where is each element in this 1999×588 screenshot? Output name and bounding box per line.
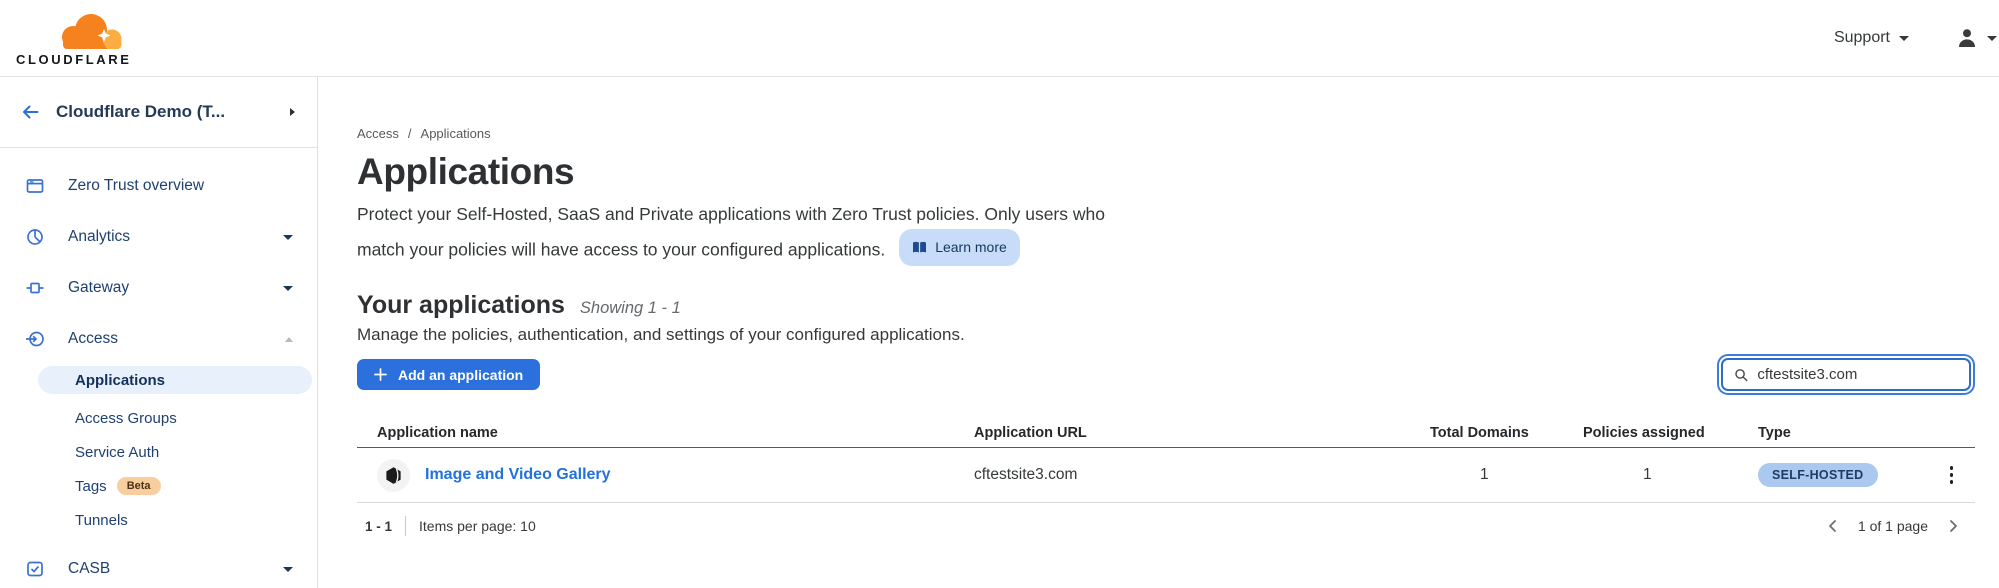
book-icon — [912, 241, 927, 254]
column-header-application-name: Application name — [357, 425, 974, 441]
items-range: 1 - 1 — [357, 519, 392, 534]
column-header-type: Type — [1758, 425, 1933, 441]
cube-icon — [384, 466, 403, 485]
sidebar-item-label: Gateway — [68, 279, 129, 297]
search-input[interactable] — [1757, 366, 1958, 383]
policies-assigned-cell: 1 — [1583, 466, 1758, 484]
sidebar-item-tags[interactable]: Tags Beta — [0, 472, 317, 500]
table-row: Image and Video Gallery cftestsite3.com … — [357, 448, 1975, 503]
sidebar-item-label: Access Groups — [75, 410, 177, 427]
sidebar-item-applications[interactable]: Applications — [38, 366, 312, 394]
column-header-application-url: Application URL — [974, 425, 1430, 441]
sidebar-item-analytics[interactable]: Analytics — [0, 217, 317, 257]
previous-page-button[interactable] — [1825, 518, 1841, 534]
application-name-link[interactable]: Image and Video Gallery — [425, 466, 611, 484]
pagination: 1 of 1 page — [1825, 518, 1975, 534]
section-subtext: Manage the policies, authentication, and… — [357, 325, 1975, 345]
sidebar-item-label: Tags — [75, 478, 107, 495]
main-content: Access / Applications Applications Prote… — [318, 77, 1999, 588]
page-title: Applications — [357, 151, 1975, 193]
support-label: Support — [1834, 29, 1890, 47]
casb-icon — [25, 559, 45, 579]
page-description-line2: match your policies will have access to … — [357, 229, 1975, 266]
chevron-left-icon — [1825, 518, 1841, 534]
learn-more-link[interactable]: Learn more — [899, 229, 1020, 266]
sidebar-item-label: Service Auth — [75, 444, 159, 461]
sidebar-item-label: Applications — [75, 372, 165, 389]
table-header-row: Application name Application URL Total D… — [357, 418, 1975, 448]
cloudflare-logo[interactable]: CLOUDFLARE — [16, 9, 166, 67]
account-name: Cloudflare Demo (T... — [56, 102, 225, 122]
sidebar-item-gateway[interactable]: Gateway — [0, 268, 317, 308]
breadcrumb: Access / Applications — [357, 126, 1975, 141]
caret-down-icon — [283, 286, 293, 291]
next-page-button[interactable] — [1945, 518, 1961, 534]
section-heading: Your applications — [357, 291, 565, 320]
sidebar-item-access[interactable]: Access — [0, 319, 317, 359]
applications-table: Application name Application URL Total D… — [357, 418, 1975, 549]
access-icon — [25, 329, 45, 349]
caret-down-icon — [283, 235, 293, 240]
caret-down-icon — [1987, 36, 1997, 41]
search-box[interactable] — [1721, 358, 1971, 391]
page-description-line1: Protect your Self-Hosted, SaaS and Priva… — [357, 199, 1975, 229]
account-switcher[interactable]: Cloudflare Demo (T... — [0, 77, 317, 148]
back-arrow-icon[interactable] — [20, 102, 41, 122]
column-header-policies-assigned: Policies assigned — [1583, 425, 1758, 441]
gateway-icon — [25, 278, 45, 298]
overview-icon — [25, 176, 45, 196]
sidebar-item-access-groups[interactable]: Access Groups — [0, 404, 317, 432]
showing-count: Showing 1 - 1 — [580, 299, 681, 318]
type-badge: SELF-HOSTED — [1758, 463, 1878, 487]
sidebar-item-service-auth[interactable]: Service Auth — [0, 438, 317, 466]
column-header-total-domains: Total Domains — [1430, 425, 1583, 441]
caret-up-icon — [285, 337, 293, 342]
beta-badge: Beta — [117, 477, 161, 495]
sidebar-item-tunnels[interactable]: Tunnels — [0, 506, 317, 534]
add-application-button[interactable]: Add an application — [357, 359, 540, 390]
search-icon — [1734, 367, 1748, 383]
page-description: Protect your Self-Hosted, SaaS and Priva… — [357, 199, 1975, 266]
sidebar-item-label: Analytics — [68, 228, 130, 246]
sidebar-item-label: Tunnels — [75, 512, 128, 529]
sidebar-item-label: CASB — [68, 560, 110, 578]
caret-right-icon[interactable] — [290, 108, 295, 116]
breadcrumb-applications[interactable]: Applications — [421, 126, 491, 141]
total-domains-cell: 1 — [1430, 466, 1583, 484]
application-url-cell: cftestsite3.com — [974, 466, 1430, 484]
sidebar-item-casb[interactable]: CASB — [0, 549, 317, 588]
items-per-page[interactable]: Items per page: 10 — [419, 518, 536, 534]
plus-icon — [374, 368, 387, 381]
caret-down-icon — [283, 567, 293, 572]
cloudflare-cloud-icon — [58, 9, 122, 51]
cloudflare-wordmark: CLOUDFLARE — [16, 52, 166, 67]
chevron-right-icon — [1945, 518, 1961, 534]
support-menu[interactable]: Support — [1834, 29, 1909, 47]
person-icon — [1955, 26, 1979, 50]
sidebar-item-label: Zero Trust overview — [68, 177, 204, 195]
breadcrumb-separator: / — [408, 126, 412, 141]
application-avatar — [377, 459, 410, 492]
breadcrumb-access[interactable]: Access — [357, 126, 399, 141]
top-header: CLOUDFLARE Support — [0, 0, 1999, 77]
analytics-icon — [25, 227, 45, 247]
sidebar: Cloudflare Demo (T... Zero Trust overvie… — [0, 77, 318, 588]
table-footer: 1 - 1 Items per page: 10 1 of 1 page — [357, 503, 1975, 549]
row-menu-kebab-icon[interactable] — [1942, 460, 1962, 490]
caret-down-icon — [1899, 36, 1909, 41]
sidebar-item-zero-trust-overview[interactable]: Zero Trust overview — [0, 166, 317, 206]
footer-divider — [405, 516, 406, 536]
user-menu[interactable] — [1955, 26, 1997, 50]
sidebar-item-label: Access — [68, 330, 118, 348]
page-indicator: 1 of 1 page — [1858, 518, 1928, 534]
